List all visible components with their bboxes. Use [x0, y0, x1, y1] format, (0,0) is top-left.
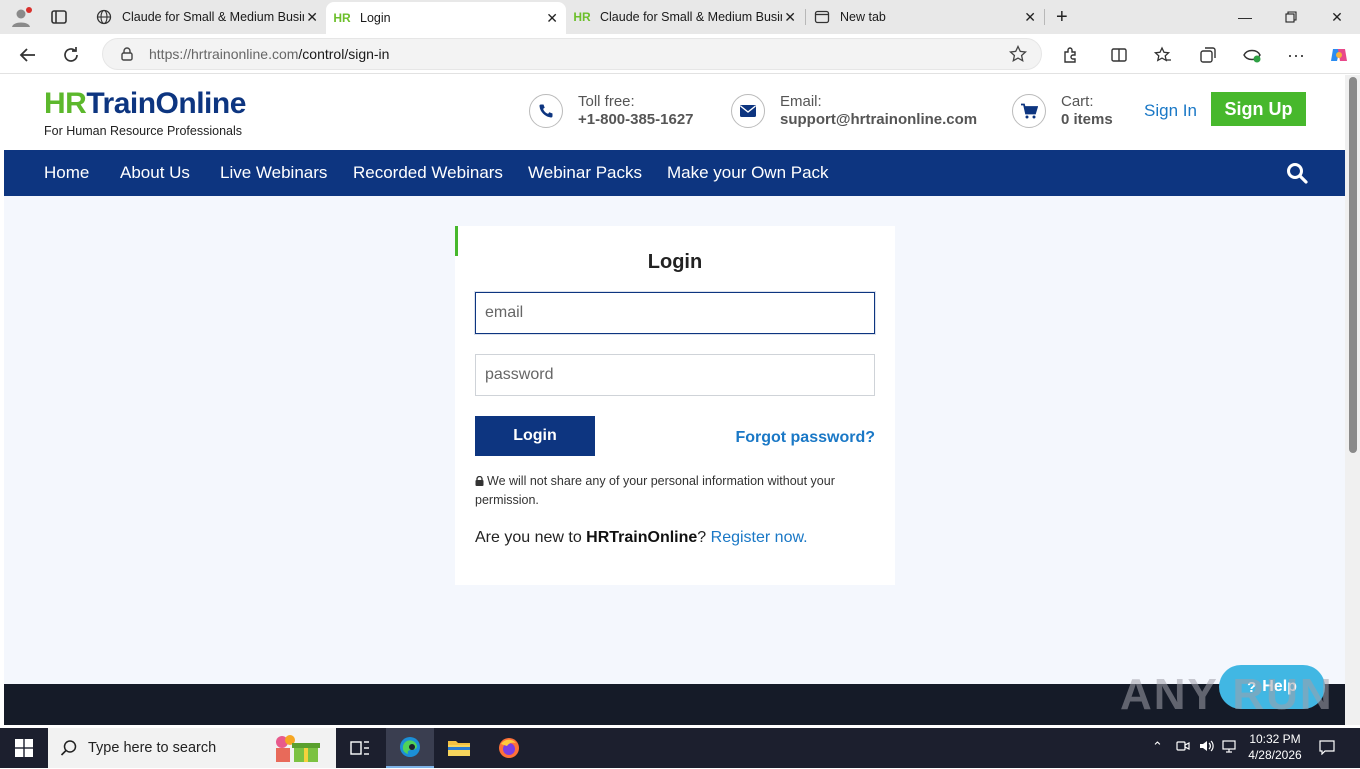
close-tab-icon[interactable]: ✕ — [784, 9, 796, 26]
register-prompt: Are you new to HRTrainOnline? Register n… — [475, 529, 808, 546]
web-page: HRTrainOnline For Human Resource Profess… — [4, 75, 1345, 725]
support-email[interactable]: support@hrtrainonline.com — [780, 111, 977, 128]
reload-icon[interactable] — [58, 42, 84, 68]
tollfree-number[interactable]: +1-800-385-1627 — [578, 111, 694, 128]
tab-title: Claude for Small & Medium Busin — [122, 10, 304, 24]
privacy-note: We will not share any of your personal i… — [475, 472, 875, 510]
cart-label: Cart: — [1061, 93, 1094, 110]
close-tab-icon[interactable]: ✕ — [546, 10, 558, 27]
taskbar-search-placeholder: Type here to search — [88, 740, 217, 756]
sign-in-link[interactable]: Sign In — [1144, 101, 1197, 121]
search-icon[interactable] — [1286, 162, 1308, 184]
register-brand: HRTrainOnline — [586, 529, 698, 546]
anyrun-watermark: ANY RUN — [1120, 670, 1334, 719]
nav-webinar-packs[interactable]: Webinar Packs — [528, 163, 642, 183]
show-hidden-icons-chevron[interactable]: ⌃ — [1152, 739, 1163, 755]
email-label: Email: — [780, 93, 822, 110]
site-logo[interactable]: HRTrainOnline — [44, 87, 246, 121]
address-bar[interactable]: https://hrtrainonline.com/control/sign-i… — [102, 38, 1042, 70]
tab-new-tab[interactable]: New tab ✕ — [806, 2, 1044, 32]
tab-login[interactable]: HR Login ✕ — [326, 2, 566, 34]
phone-icon — [529, 94, 563, 128]
close-tab-icon[interactable]: ✕ — [306, 9, 318, 26]
password-input[interactable] — [475, 354, 875, 396]
forgot-password-link[interactable]: Forgot password? — [735, 429, 875, 447]
back-arrow-icon[interactable] — [15, 42, 41, 68]
close-tab-icon[interactable]: ✕ — [1024, 9, 1036, 26]
browser-toolbar: https://hrtrainonline.com/control/sign-i… — [0, 34, 1360, 74]
firefox-icon[interactable] — [485, 728, 533, 768]
taskbar-clock[interactable]: 10:32 PM 4/28/2026 — [1240, 731, 1310, 763]
main-nav: Home About Us Live Webinars Recorded Web… — [4, 150, 1345, 196]
tab-strip: Claude for Small & Medium Busin ✕ HR Log… — [0, 0, 1360, 34]
copilot-icon[interactable] — [1326, 42, 1352, 68]
profile-icon[interactable] — [10, 6, 32, 28]
close-window-icon[interactable]: ✕ — [1314, 0, 1360, 34]
windows-taskbar: Type here to search ⌃ 10:32 PM 4/28/2026 — [0, 728, 1360, 768]
nav-live-webinars[interactable]: Live Webinars — [220, 163, 327, 183]
hr-favicon: HR — [333, 11, 351, 25]
favorite-star-icon[interactable] — [1008, 44, 1028, 68]
performance-icon[interactable] — [1239, 42, 1265, 68]
lock-icon — [475, 473, 484, 486]
site-header: HRTrainOnline For Human Resource Profess… — [4, 75, 1345, 150]
tab-title: Login — [360, 11, 391, 25]
privacy-text: We will not share any of your personal i… — [475, 474, 835, 507]
scrollbar-thumb[interactable] — [1349, 77, 1357, 453]
tab-title: Claude for Small & Medium Busin — [600, 10, 782, 24]
url-host: https://hrtrainonline.com — [149, 46, 299, 62]
login-title: Login — [647, 251, 703, 273]
page-scrollbar[interactable] — [1345, 75, 1360, 725]
volume-icon[interactable] — [1199, 739, 1215, 756]
site-tagline: For Human Resource Professionals — [44, 124, 242, 138]
notifications-icon[interactable] — [1319, 739, 1335, 758]
windows-start-icon[interactable] — [0, 728, 48, 768]
envelope-icon — [731, 94, 765, 128]
login-card: Login Login Forgot password? We will not… — [455, 226, 895, 585]
nav-about-us[interactable]: About Us — [120, 163, 190, 183]
file-explorer-icon[interactable] — [435, 728, 483, 768]
minimize-icon[interactable]: — — [1222, 0, 1268, 34]
favorites-icon[interactable] — [1150, 42, 1176, 68]
edge-taskbar-icon[interactable] — [386, 728, 434, 768]
tab-title: New tab — [840, 10, 886, 24]
task-view-icon[interactable] — [336, 728, 384, 768]
hr-favicon: HR — [573, 10, 591, 24]
tab-claude-2[interactable]: HR Claude for Small & Medium Busin ✕ — [566, 2, 804, 32]
extensions-icon[interactable] — [1058, 42, 1084, 68]
card-accent-bar — [455, 226, 458, 256]
login-button[interactable]: Login — [475, 416, 595, 456]
clock-time: 10:32 PM — [1249, 732, 1301, 746]
tollfree-label: Toll free: — [578, 93, 635, 110]
collections-icon[interactable] — [1195, 42, 1221, 68]
url-path: /control/sign-in — [298, 46, 390, 62]
more-menu-icon[interactable]: ··· — [1283, 42, 1309, 68]
clock-date: 4/28/2026 — [1248, 748, 1302, 762]
tab-claude-1[interactable]: Claude for Small & Medium Busin ✕ — [88, 2, 326, 32]
tab-actions-icon[interactable] — [50, 8, 68, 26]
sign-up-button[interactable]: Sign Up — [1211, 92, 1306, 126]
newtab-icon — [814, 9, 830, 25]
globe-icon — [96, 9, 112, 25]
site-info-lock-icon[interactable] — [119, 46, 135, 67]
restore-icon[interactable] — [1268, 0, 1314, 34]
network-icon[interactable] — [1222, 739, 1236, 756]
cart-count[interactable]: 0 items — [1061, 111, 1113, 128]
nav-recorded-webinars[interactable]: Recorded Webinars — [353, 163, 503, 183]
search-icon — [60, 739, 78, 762]
meet-now-icon[interactable] — [1176, 739, 1190, 756]
nav-home[interactable]: Home — [44, 163, 89, 183]
cart-icon[interactable] — [1012, 94, 1046, 128]
register-now-link[interactable]: Register now. — [711, 529, 808, 546]
search-highlight-gift-icon — [270, 732, 322, 769]
split-screen-icon[interactable] — [1106, 42, 1132, 68]
taskbar-search-box[interactable]: Type here to search — [48, 728, 336, 768]
nav-make-your-own-pack[interactable]: Make your Own Pack — [667, 163, 829, 183]
new-tab-plus-icon[interactable]: + — [1056, 6, 1068, 29]
email-input[interactable] — [475, 292, 875, 334]
